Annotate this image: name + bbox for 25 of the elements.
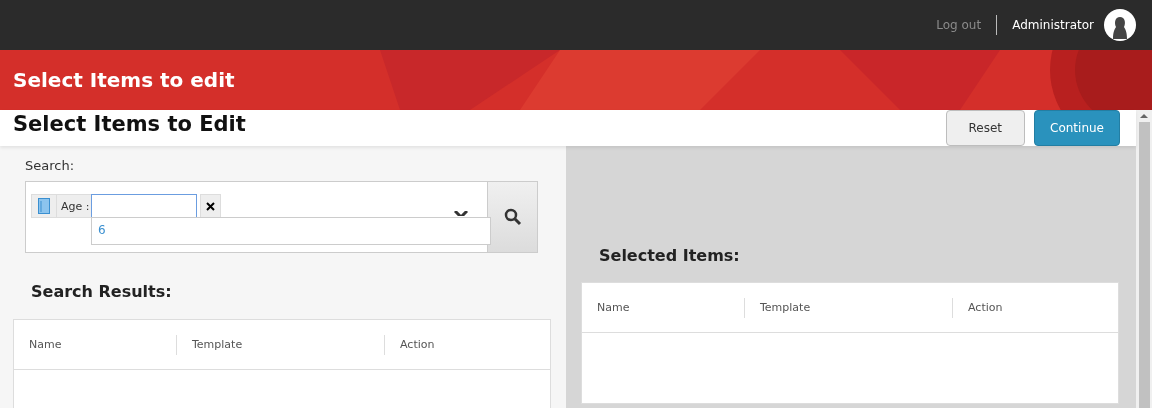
avatar-icon[interactable] <box>1104 9 1136 41</box>
column-header[interactable]: Template <box>744 297 952 318</box>
document-icon <box>31 194 57 218</box>
filter-label: Age : <box>57 194 92 218</box>
chevron-icon[interactable] <box>454 211 468 216</box>
banner-title: Select Items to edit <box>13 68 235 92</box>
search-icon <box>503 208 522 226</box>
page-title: Select Items to Edit <box>13 112 246 136</box>
remove-icon[interactable] <box>200 194 222 218</box>
section-title: Search Results: <box>31 282 173 301</box>
column-header[interactable]: Name <box>14 338 176 351</box>
continue-button[interactable]: Continue <box>1034 110 1120 146</box>
search-label: Search: <box>25 158 76 173</box>
logout-link[interactable]: Log out <box>936 18 982 32</box>
user-name[interactable]: Administrator <box>1012 18 1094 32</box>
search-button[interactable] <box>487 182 537 252</box>
column-header[interactable]: Name <box>582 301 744 314</box>
column-header[interactable]: Action <box>384 334 435 355</box>
column-header[interactable]: Action <box>952 297 1003 318</box>
scrollbar[interactable] <box>1136 110 1152 408</box>
suggestion-item[interactable]: 6 <box>92 218 490 242</box>
column-header[interactable]: Template <box>176 334 384 355</box>
filter-input[interactable] <box>91 194 198 218</box>
section-title: Selected Items: <box>599 246 741 265</box>
reset-button[interactable]: Reset <box>945 110 1026 146</box>
